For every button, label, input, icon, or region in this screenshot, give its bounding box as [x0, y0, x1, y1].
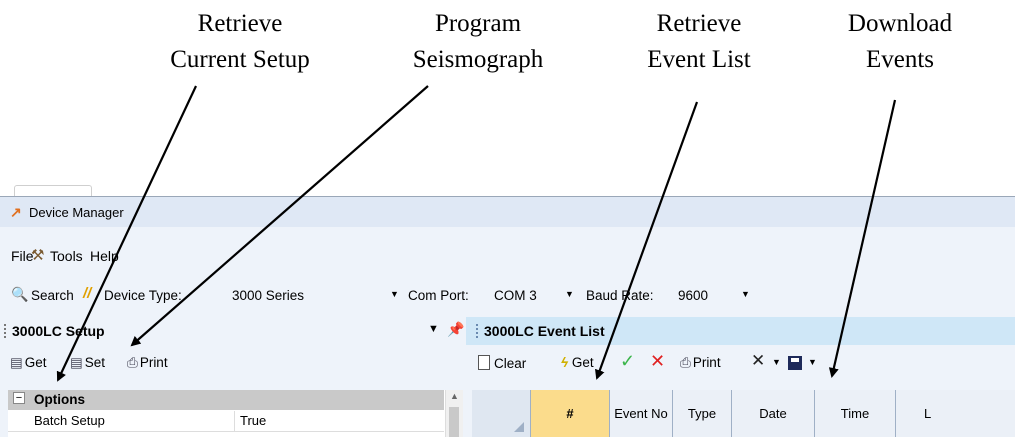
annotation-line-1: Retrieve	[656, 10, 742, 37]
options-category[interactable]: − Options	[8, 390, 444, 410]
grid-select-all[interactable]	[472, 390, 531, 437]
print-label: Print	[692, 355, 721, 370]
floppy-icon	[788, 356, 802, 370]
app-icon: ↗	[10, 204, 22, 220]
menu-bar: File ⚒ Tools Help	[0, 243, 1015, 265]
annotation-line-2: Event List	[647, 46, 751, 73]
com-port-dropdown-icon[interactable]: ▼	[565, 289, 574, 299]
baud-rate-dropdown-icon[interactable]: ▼	[741, 289, 750, 299]
annotation-line-1: Program	[434, 10, 522, 37]
menu-help[interactable]: Help	[90, 248, 119, 264]
pane-grip[interactable]	[476, 324, 480, 338]
event-toolbar: Clear ϟ Get ✓ ✕ ⎙ Print ✕ ▼ ▼	[466, 351, 1015, 375]
set-setup-button[interactable]: ▤ Set	[70, 355, 105, 371]
device-type-label: Device Type:	[104, 288, 182, 303]
column-header-type[interactable]: Type	[673, 390, 732, 437]
property-name: Batch Setup	[34, 413, 105, 428]
device-type-icon: //	[83, 285, 92, 302]
check-icon[interactable]: ✓	[620, 351, 635, 372]
annotation-line-2: Events	[865, 46, 935, 73]
delete-dropdown-icon[interactable]: ▼	[772, 357, 781, 367]
download-button[interactable]	[788, 356, 802, 371]
annotation-retrieve-setup: Retrieve Current Setup	[140, 6, 340, 78]
property-divider	[234, 411, 235, 431]
scroll-up-icon[interactable]: ▲	[450, 391, 459, 401]
device-type-dropdown-icon[interactable]: ▼	[390, 289, 399, 299]
window-title: Device Manager	[29, 205, 124, 220]
com-port-label: Com Port:	[408, 288, 469, 303]
lightning-icon: ϟ	[561, 355, 569, 370]
pane-grip[interactable]	[4, 324, 8, 338]
annotation-retrieve-events: Retrieve Event List	[609, 6, 789, 78]
annotation-line-2: Seismograph	[412, 46, 544, 73]
setup-toolbar: ▤ Get ▤ Set ⎙ Print	[0, 351, 466, 375]
baud-rate-select[interactable]: 9600	[678, 288, 708, 303]
delete-icon[interactable]: ✕	[751, 351, 765, 371]
annotation-program: Program Seismograph	[378, 6, 578, 78]
setup-pane-header: 3000LC Setup ▼ 📌	[0, 317, 466, 345]
get-icon: ▤	[10, 355, 23, 370]
column-header-time[interactable]: Time	[815, 390, 896, 437]
column-header-event-no[interactable]: Event No	[610, 390, 673, 437]
vertical-scrollbar[interactable]: ▲	[445, 390, 463, 437]
connection-toolbar: 🔍 Search // Device Type: 3000 Series ▼ C…	[0, 283, 1015, 307]
annotation-line-1: Download	[847, 10, 953, 37]
download-dropdown-icon[interactable]: ▼	[808, 357, 817, 367]
setup-pane-title: 3000LC Setup	[12, 323, 105, 339]
annotation-download: Download Events	[810, 6, 990, 78]
document-icon	[478, 355, 490, 370]
set-icon: ▤	[70, 355, 83, 370]
print-label: Print	[139, 355, 168, 370]
device-type-select[interactable]: 3000 Series	[232, 288, 304, 303]
event-pane-title: 3000LC Event List	[484, 323, 605, 339]
printer-icon: ⎙	[680, 355, 691, 370]
get-label: Get	[571, 355, 594, 370]
scroll-thumb[interactable]	[449, 407, 459, 437]
annotation-line-2: Current Setup	[170, 46, 310, 73]
menu-tools[interactable]: Tools	[50, 248, 83, 264]
column-header-date[interactable]: Date	[732, 390, 815, 437]
collapse-icon[interactable]: −	[13, 392, 25, 404]
binoculars-icon: 🔍	[11, 286, 29, 302]
printer-icon: ⎙	[127, 355, 138, 370]
options-header: Options	[34, 392, 85, 407]
baud-rate-label: Baud Rate:	[586, 288, 654, 303]
red-x-icon[interactable]: ✕	[650, 351, 665, 372]
clear-label: Clear	[494, 356, 527, 371]
pin-icon[interactable]: 📌	[447, 321, 464, 338]
property-row[interactable]: Batch Setup True	[8, 411, 444, 432]
options-property-grid: − Options Batch Setup True ▲	[8, 390, 463, 437]
event-list-grid: # Event No Type Date Time L	[472, 390, 1015, 437]
print-events-button[interactable]: ⎙ Print	[680, 355, 721, 371]
property-value[interactable]: True	[240, 413, 266, 428]
com-port-select[interactable]: COM 3	[494, 288, 537, 303]
clear-button[interactable]: Clear	[478, 355, 526, 371]
column-header-l[interactable]: L	[896, 390, 1015, 437]
event-pane-header: 3000LC Event List	[466, 317, 1015, 345]
annotation-line-1: Retrieve	[197, 10, 283, 37]
print-setup-button[interactable]: ⎙ Print	[127, 355, 168, 371]
column-header-number[interactable]: #	[531, 390, 610, 437]
device-manager-window: ↗ Device Manager File ⚒ Tools Help 🔍 Sea…	[0, 196, 1015, 437]
get-setup-button[interactable]: ▤ Get	[10, 355, 47, 371]
tools-icon: ⚒	[31, 247, 45, 264]
select-all-icon	[514, 422, 524, 432]
title-bar: ↗ Device Manager	[0, 197, 1015, 227]
set-label: Set	[84, 355, 106, 370]
get-label: Get	[24, 355, 47, 370]
get-events-button[interactable]: ϟ Get	[561, 355, 594, 370]
search-button[interactable]: Search	[31, 288, 74, 303]
chevron-down-icon[interactable]: ▼	[428, 323, 439, 335]
